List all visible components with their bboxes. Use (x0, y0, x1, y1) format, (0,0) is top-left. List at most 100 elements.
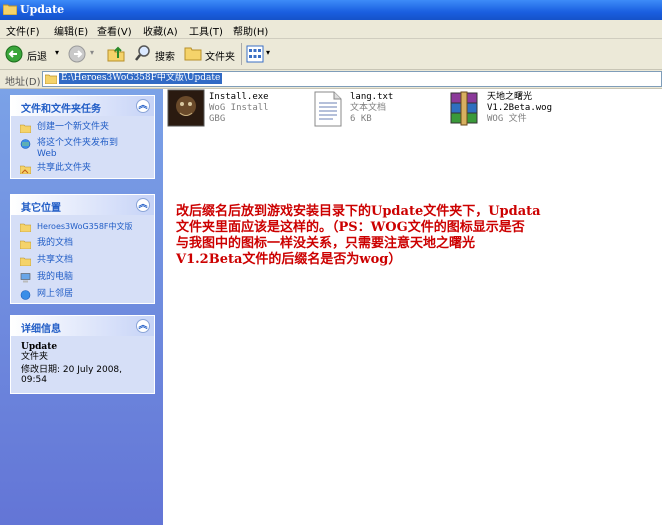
place-my-documents-label: 我的文档 (37, 238, 74, 248)
details-title: 详细信息 (21, 324, 61, 335)
computer-icon (20, 273, 31, 283)
task-pane: 文件和文件夹任务 ︽ 创建一个新文件夹 将这个文件夹发布到 Web 共享此文件夹… (0, 89, 163, 525)
share-folder-icon (20, 165, 31, 174)
window-title: Update (20, 3, 65, 16)
file-wog-name-ext: V1.2Beta.wog (487, 103, 553, 113)
up-folder-button[interactable] (106, 43, 128, 65)
place-network[interactable]: 网上邻居 (11, 289, 154, 302)
file-install-exe-company: GBG (209, 114, 226, 124)
details-type: 文件夹 (21, 352, 49, 362)
toolbar-divider (241, 43, 242, 65)
collapse-icon[interactable]: ︽ (136, 319, 150, 333)
dropdown-icon[interactable]: ▾ (55, 48, 59, 57)
details-modified-time: 09:54 (21, 375, 47, 385)
address-path: E:\Heroes3WoG358F中文版\Update (59, 73, 223, 84)
place-my-computer[interactable]: 我的电脑 (11, 272, 154, 285)
menu-file[interactable]: 文件(F) (6, 23, 40, 38)
file-install-exe-text: Install.exe WoG Install GBG (209, 92, 269, 125)
annotation-note: 改后缀名后放到游戏安装目录下的Update文件夹下，Updata 文件夹里面应该… (176, 204, 616, 268)
dropdown-icon[interactable]: ▾ (266, 48, 270, 57)
toolbar: 后退 ▾ ▾ 搜索 文件夹 ▾ (0, 39, 662, 70)
back-button[interactable]: 后退 ▾ (5, 43, 65, 65)
new-folder-icon (20, 124, 31, 133)
other-places-title: 其它位置 (21, 203, 61, 214)
back-label: 后退 (27, 52, 47, 63)
file-wog-type: WOG 文件 (487, 114, 527, 124)
place-my-documents[interactable]: 我的文档 (11, 238, 154, 251)
search-icon (135, 45, 150, 61)
menu-favorites[interactable]: 收藏(A) (143, 23, 178, 38)
file-tasks-title: 文件和文件夹任务 (21, 104, 101, 115)
folders-button[interactable]: 文件夹 (184, 43, 239, 65)
file-install-exe-desc: WoG Install (209, 103, 269, 113)
up-folder-icon (107, 46, 125, 62)
other-places-panel: 其它位置 ︽ Heroes3WoG358F中文版 我的文档 共享文档 我的电脑 … (10, 194, 155, 304)
menu-bar: 文件(F) 编辑(E) 查看(V) 收藏(A) 工具(T) 帮助(H) (0, 20, 662, 39)
shared-folder-icon (20, 257, 31, 266)
menu-edit[interactable]: 编辑(E) (54, 23, 88, 38)
file-lang-txt-type: 文本文档 (350, 103, 387, 113)
task-publish-web-label: 将这个文件夹发布到 (37, 138, 119, 148)
details-panel: 详细信息 ︽ Update 文件夹 修改日期: 20 July 2008, 09… (10, 315, 155, 394)
annotation-line-4: V1.2Beta文件的后缀名是否为wog） (176, 252, 402, 267)
file-wog-name: 天地之曙光 (487, 92, 533, 102)
globe-icon (20, 139, 31, 149)
task-publish-web[interactable]: 将这个文件夹发布到 Web (11, 138, 154, 160)
folder-icon (20, 223, 31, 232)
file-lang-txt-name: lang.txt (350, 92, 394, 102)
place-shared-documents-label: 共享文档 (37, 255, 74, 265)
file-lang-txt-size: 6 KB (350, 114, 372, 124)
search-label: 搜索 (155, 52, 175, 63)
annotation-line-1: 改后缀名后放到游戏安装目录下的Update文件夹下，Updata (176, 204, 541, 219)
network-icon (20, 290, 31, 300)
annotation-line-2: 文件夹里面应该是这样的。（PS：WOG文件的图标显示是否 (176, 220, 525, 235)
address-field[interactable]: E:\Heroes3WoG358F中文版\Update (42, 71, 662, 87)
task-new-folder[interactable]: 创建一个新文件夹 (11, 122, 154, 135)
winrar-archive-icon (450, 91, 478, 126)
search-button[interactable]: 搜索 (134, 43, 179, 65)
folder-icon (3, 4, 17, 15)
place-parent-folder[interactable]: Heroes3WoG358F中文版 (11, 221, 154, 234)
task-new-folder-label: 创建一个新文件夹 (37, 122, 110, 132)
folders-label: 文件夹 (205, 52, 235, 63)
views-icon (246, 45, 264, 63)
forward-arrow-icon (68, 45, 86, 63)
task-publish-web-label-2: Web (37, 149, 57, 159)
place-my-computer-label: 我的电脑 (37, 272, 74, 282)
menu-help[interactable]: 帮助(H) (233, 23, 268, 38)
folders-icon (184, 47, 202, 61)
address-label: 地址(D) (5, 77, 41, 88)
file-install-exe[interactable]: Install.exe WoG Install GBG (167, 89, 277, 133)
place-shared-documents[interactable]: 共享文档 (11, 255, 154, 268)
file-install-exe-name: Install.exe (209, 92, 269, 102)
details-name: Update (21, 342, 58, 352)
text-document-icon (314, 91, 342, 127)
folder-icon (45, 74, 57, 84)
file-wog[interactable]: 天地之曙光 V1.2Beta.wog WOG 文件 (445, 89, 565, 133)
back-arrow-icon (5, 45, 23, 63)
task-share-folder[interactable]: 共享此文件夹 (11, 163, 154, 176)
file-tasks-panel: 文件和文件夹任务 ︽ 创建一个新文件夹 将这个文件夹发布到 Web 共享此文件夹 (10, 95, 155, 179)
place-network-label: 网上邻居 (37, 289, 74, 299)
annotation-line-3: 与我图中的图标一样没关系，只需要注意天地之曙光 (176, 236, 476, 251)
collapse-icon[interactable]: ︽ (136, 99, 150, 113)
address-bar: 地址(D) E:\Heroes3WoG358F中文版\Update (0, 70, 662, 89)
file-wog-text: 天地之曙光 V1.2Beta.wog WOG 文件 (487, 92, 552, 125)
details-header[interactable]: 详细信息 ︽ (11, 316, 154, 336)
forward-button[interactable]: ▾ (68, 43, 100, 65)
other-places-header[interactable]: 其它位置 ︽ (11, 195, 154, 215)
details-body: Update 文件夹 修改日期: 20 July 2008, 09:54 (11, 336, 154, 385)
views-button[interactable]: ▾ (246, 43, 274, 65)
task-share-folder-label: 共享此文件夹 (37, 163, 92, 173)
collapse-icon[interactable]: ︽ (136, 198, 150, 212)
details-modified: 修改日期: 20 July 2008, (21, 365, 123, 375)
documents-folder-icon (20, 240, 31, 249)
install-exe-icon (167, 89, 205, 127)
file-lang-txt-text: lang.txt 文本文档 6 KB (350, 92, 393, 125)
file-lang-txt[interactable]: lang.txt 文本文档 6 KB (308, 89, 418, 133)
file-tasks-header[interactable]: 文件和文件夹任务 ︽ (11, 96, 154, 116)
menu-view[interactable]: 查看(V) (97, 23, 132, 38)
dropdown-icon[interactable]: ▾ (90, 48, 94, 57)
title-bar: Update (0, 0, 662, 20)
menu-tools[interactable]: 工具(T) (189, 23, 223, 38)
